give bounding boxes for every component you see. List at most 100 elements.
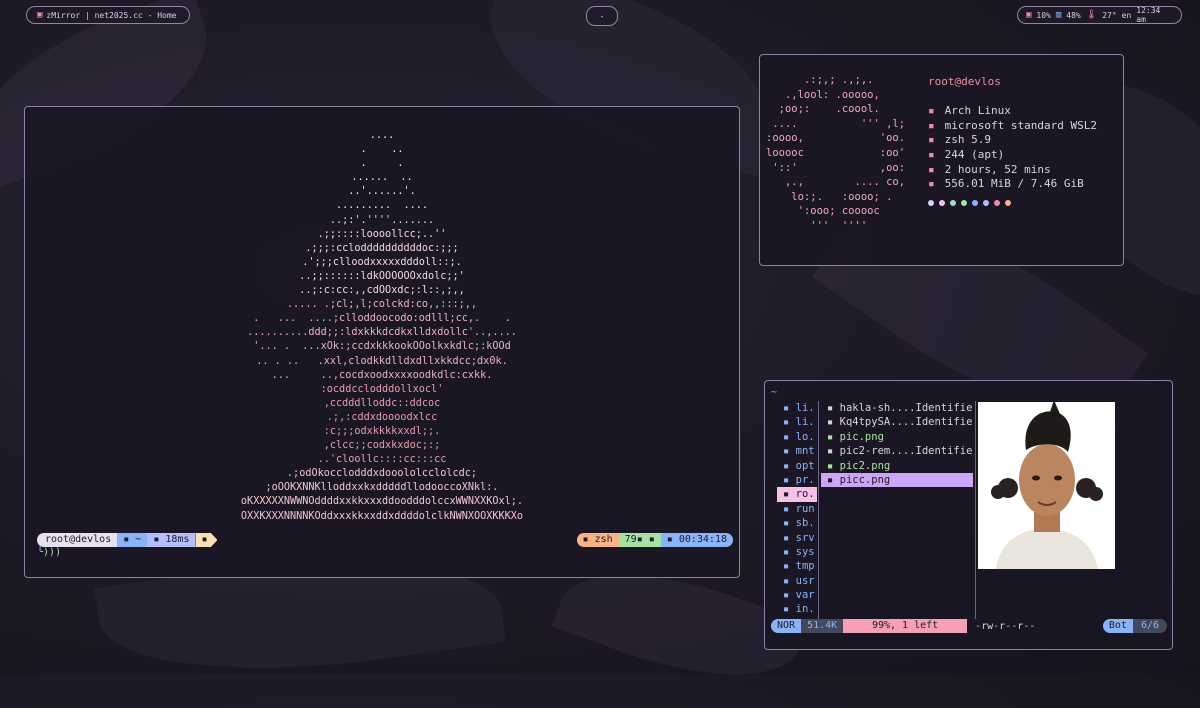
file-list-item[interactable]: ▪ pic2.png — [821, 459, 973, 473]
distro-logo-line: ;oo;: .coool. — [766, 103, 880, 116]
color-palette — [928, 199, 1097, 206]
thermometer-icon: 🌡 — [1085, 10, 1098, 20]
workspace-title-pill[interactable]: ▣ zMirror | net2025.cc - Home — [26, 6, 190, 24]
file-count: 6/6 — [1132, 619, 1167, 633]
fetch-shell: zsh 5.9 — [944, 133, 991, 147]
parent-directory-item[interactable]: ▪ ro... — [777, 487, 817, 502]
uptime-icon: ▪ — [928, 162, 935, 176]
ascii-art-line: :c;;;odxkkkkxxdl;;. — [323, 425, 441, 437]
ascii-art-line: .. . .. .xxl,clodkkdlldxdllxkkdcc;dx0k. — [256, 355, 508, 367]
parent-directory-item[interactable]: ▪ li... — [777, 401, 817, 415]
folder-icon: ▪ — [123, 534, 136, 545]
ascii-art-line: .;odOkocclodddxdooololcclolcdc; — [286, 468, 478, 480]
file-list-item[interactable]: ▪ pic2-rem....Identifier — [821, 444, 973, 458]
fetch-uptime: 2 hours, 52 mins — [944, 162, 1051, 176]
permission-char: rw — [981, 620, 994, 632]
fetch-terminal-window[interactable]: .:;,; .,;,. .,lool: .ooooo, ;oo;: .coool… — [759, 54, 1124, 266]
ascii-art-line: oKXXXXXNWWNOddddxxkkxxxddoodddolccxWWNXX… — [240, 496, 524, 508]
ascii-art-line: ..........ddd;;:ldxkkkdcdkxlldxdollc'..,… — [247, 327, 517, 339]
permission-char: -- — [1023, 620, 1036, 632]
file-list-item[interactable]: ▪ pic.png — [821, 430, 973, 444]
ascii-art-line: ..'cloollc::::cc:::cc — [317, 454, 447, 466]
prompt-input-line[interactable]: ╰))) — [37, 547, 61, 558]
parent-directory-item[interactable]: ▪ sys — [777, 545, 817, 559]
main-terminal-window[interactable]: .... . .. . . ...... .. ..'......'..........… — [24, 106, 740, 578]
parent-directory-item[interactable]: ▪ opt — [777, 459, 817, 473]
prompt-exec-time: ▪ 18ms — [147, 533, 196, 547]
palette-swatch — [1005, 199, 1011, 206]
parent-directory-item[interactable]: ▪ run — [777, 502, 817, 516]
package-icon: ▪ — [928, 147, 935, 161]
status-icon: ▪ — [636, 534, 649, 545]
distro-logo-line: looooc :oo' — [766, 146, 906, 159]
mode-indicator: NOR — [771, 619, 802, 633]
memory-icon: ▪ — [928, 177, 935, 191]
rprompt-shell: ▪ zsh — [576, 533, 619, 547]
ascii-art-line: ..... .;cl;,l;colckd:co,,:::;,, — [286, 299, 478, 311]
fetch-kernel: microsoft standard WSL2 — [944, 118, 1097, 132]
ascii-art-line: .';;;clloodxxxxxdddoll::;. — [302, 256, 462, 268]
parent-directory-item[interactable]: ▪ usr — [777, 574, 817, 588]
distro-logo: .:;,; .,;,. .,lool: .ooooo, ;oo;: .coool… — [766, 73, 905, 234]
current-directory-list[interactable]: ▪ hakla-sh....Identifier ▪ Kq4tpySA....Id… — [821, 401, 973, 488]
shell-prompt: root@devlos ▪ ~ ▪ 18ms ▪ — [37, 533, 218, 547]
kernel-icon: ▪ — [928, 118, 935, 132]
distro-logo-line: ':ooo; cooooc — [766, 205, 880, 218]
scroll-position: Bot — [1102, 619, 1133, 633]
parent-directory-item[interactable]: ▪ sb... — [777, 516, 817, 530]
file-manager-statusbar: NOR 51.4K 99%, 1 left -rw-r--r-- Bot 6/6 — [771, 619, 1167, 633]
column-divider — [818, 401, 819, 619]
ascii-art-line: ...... .. — [351, 172, 413, 184]
parent-directory-item[interactable]: ▪ var — [777, 588, 817, 602]
prompt-git-segment: ▪ — [195, 533, 218, 547]
file-manager-window[interactable]: ~ ▪ li...▪ li...▪ lo...▪ mnt▪ opt▪ pr...… — [764, 380, 1173, 650]
parent-directory-item[interactable]: ▪ lo... — [777, 430, 817, 444]
system-status-pill[interactable]: ▣ 10% ▥ 48% 🌡 27° en 12:34 am — [1017, 6, 1182, 24]
rprompt-clock: ▪ 00:34:18 — [660, 533, 733, 547]
distro-logo-line: '::' ,oo: — [766, 161, 906, 174]
file-list-item[interactable]: ▪ hakla-sh....Identifier — [821, 401, 973, 415]
fetch-memory: 556.01 MiB / 7.46 GiB — [944, 177, 1084, 191]
ascii-art-line: .;;::::loooollcc;..'' — [317, 228, 447, 240]
distro-logo-line: .:;,; .,;,. — [766, 74, 874, 86]
fetch-packages: 244 (apt) — [944, 147, 1005, 161]
file-size: 51.4K — [801, 619, 844, 633]
ascii-art-line: . . — [360, 158, 404, 170]
timer-icon: ▪ — [153, 534, 166, 545]
distro-logo-line: ,., .... co, — [766, 176, 906, 189]
current-path: ~ — [771, 387, 778, 398]
file-list-item[interactable]: ▪ picc.png — [821, 472, 973, 488]
ascii-art-line: ... ..,cocdxoodxxxxoodkdlc:cxkk. — [271, 369, 493, 381]
ascii-art-line: ......... .... — [335, 200, 428, 212]
clock: 12:34 am — [1136, 6, 1161, 24]
fetch-os: Arch Linux — [944, 104, 1011, 118]
workspace-indicator[interactable]: - — [586, 6, 618, 26]
parent-directory-item[interactable]: ▪ mnt — [777, 444, 817, 458]
parent-directory-item[interactable]: ▪ tmp — [777, 559, 817, 573]
parent-directory-list[interactable]: ▪ li...▪ li...▪ lo...▪ mnt▪ opt▪ pr...▪ … — [777, 401, 817, 617]
ascii-art-line: .... — [369, 130, 395, 141]
parent-directory-item[interactable]: ▪ li... — [777, 415, 817, 429]
ascii-art-line: . .. — [360, 144, 404, 156]
distro-logo-line: lo:;. :oooo; . — [766, 190, 893, 203]
ascii-art-line: '... . ...xOk:;ccdxkkkookOOolkxkdlc;:kOO… — [253, 341, 511, 353]
parent-directory-item[interactable]: ▪ srv — [777, 531, 817, 545]
ascii-art-line: ,ccdddlloddc::ddcoc — [323, 397, 441, 409]
ascii-art-line: .;,:cddxdoooodxlcc — [326, 411, 438, 423]
system-info: root@devlos ▪ Arch Linux ▪ microsoft stand… — [928, 75, 1097, 206]
ascii-art-line: ,clcc;;codxkxdoc;:; — [323, 440, 441, 452]
palette-swatch — [994, 199, 1000, 206]
portrait-preview-image — [978, 402, 1115, 569]
ascii-art-line: .;;;:ccloddddddddddoc:;;; — [305, 242, 459, 254]
cpu-usage: 10% — [1036, 10, 1051, 20]
clock-icon: ▪ — [666, 534, 679, 545]
parent-directory-item[interactable]: ▪ pr... — [777, 473, 817, 487]
parent-directory-item[interactable]: ▪ in... — [777, 602, 817, 616]
ascii-art-line: . ... ....;clloddoocodo:odlll;cc,. . — [253, 313, 511, 325]
ascii-art-line: ..;:'.''''....... — [329, 214, 435, 226]
palette-swatch — [928, 199, 934, 206]
file-list-item[interactable]: ▪ Kq4tpySA....Identifier — [821, 415, 973, 429]
image-preview — [978, 402, 1115, 569]
git-icon: ▪ — [201, 534, 208, 545]
right-prompt: ▪ zsh 79▪ ▪ ▪ 00:34:18 — [576, 533, 733, 547]
